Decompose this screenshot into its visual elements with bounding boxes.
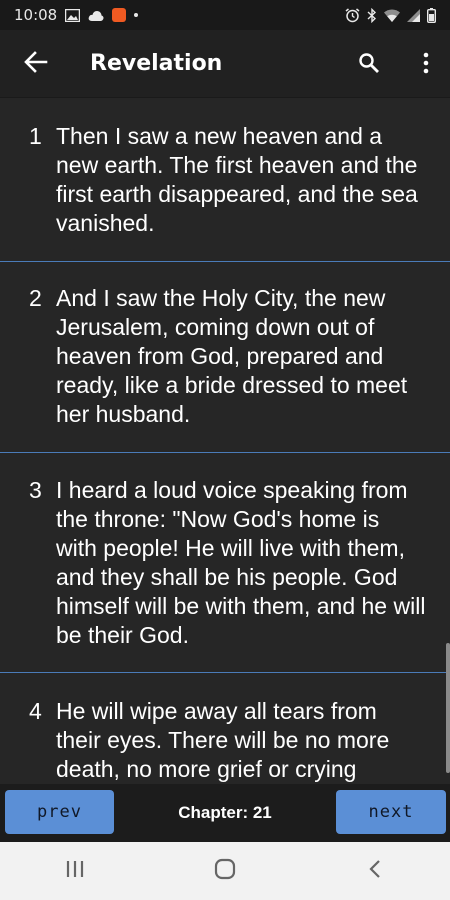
search-button[interactable] [354, 50, 384, 80]
verse-number: 2 [29, 285, 42, 311]
chapter-label: Chapter: 21 [178, 803, 272, 822]
verse-text: I heard a loud voice speaking from the t… [56, 477, 426, 648]
verse-item[interactable]: 4 He will wipe away all tears from their… [0, 673, 450, 784]
search-icon [358, 52, 380, 78]
bluetooth-icon [367, 7, 377, 23]
page-title: Revelation [90, 51, 223, 76]
scrollbar[interactable] [446, 643, 450, 773]
app-bar: Revelation [0, 30, 450, 98]
verse-item[interactable]: 1 Then I saw a new heaven and a new eart… [0, 98, 450, 262]
prev-button[interactable]: prev [5, 790, 114, 834]
signal-icon [407, 8, 420, 22]
verse-number: 1 [29, 123, 42, 149]
battery-icon [427, 7, 436, 23]
arrow-left-icon [24, 50, 48, 77]
recents-button[interactable] [45, 842, 105, 900]
back-button[interactable] [0, 30, 72, 98]
verse-text: And I saw the Holy City, the new Jerusal… [56, 285, 408, 427]
verse-list[interactable]: 1 Then I saw a new heaven and a new eart… [0, 98, 450, 784]
more-vert-icon [423, 52, 429, 78]
verse-text: He will wipe away all tears from their e… [56, 698, 390, 782]
home-button[interactable] [195, 842, 255, 900]
chapter-nav-bar: prev Chapter: 21 next [0, 784, 450, 842]
system-back-button[interactable] [345, 842, 405, 900]
verse-item[interactable]: 3 I heard a loud voice speaking from the… [0, 453, 450, 673]
cloud-icon [88, 10, 104, 21]
status-time: 10:08 [14, 6, 58, 24]
next-button[interactable]: next [336, 790, 446, 834]
verse-number: 3 [29, 477, 42, 503]
verse-item[interactable]: 2 And I saw the Holy City, the new Jerus… [0, 262, 450, 453]
back-chevron-icon [369, 859, 381, 883]
alarm-icon [345, 7, 360, 23]
app-badge-icon [112, 8, 127, 22]
image-icon [65, 8, 81, 22]
home-icon [214, 858, 236, 884]
wifi-icon [384, 9, 400, 22]
more-options-button[interactable] [416, 50, 436, 80]
verse-text: Then I saw a new heaven and a new earth.… [56, 123, 418, 236]
dot-icon [134, 13, 139, 17]
recents-icon [65, 860, 85, 882]
status-bar: 10:08 [0, 0, 450, 30]
system-nav-bar [0, 842, 450, 900]
verse-number: 4 [29, 698, 42, 724]
